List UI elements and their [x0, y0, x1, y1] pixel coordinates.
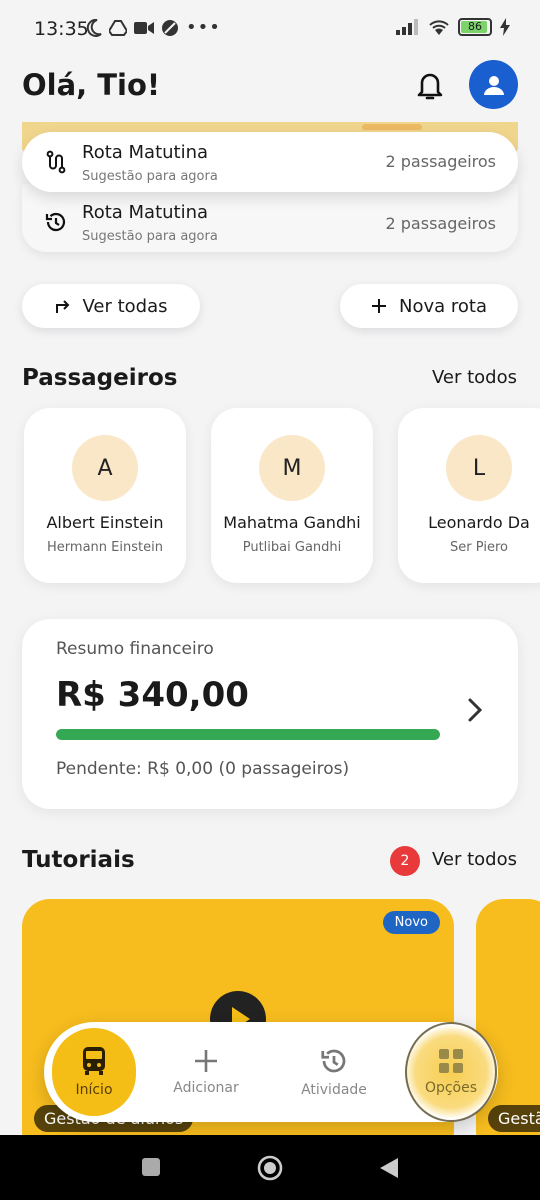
finance-summary-card[interactable]: Resumo financeiro R$ 340,00 Pendente: R$… — [22, 619, 518, 809]
route-title: Rota Matutina — [82, 142, 209, 163]
charging-icon — [500, 18, 510, 36]
nav-label: Atividade — [301, 1082, 367, 1098]
route-card-secondary[interactable]: Rota Matutina Sugestão para agora 2 pass… — [22, 184, 518, 252]
history-icon — [45, 212, 66, 232]
home-icon[interactable] — [257, 1155, 283, 1181]
passenger-guardian: Putlibai Gandhi — [242, 540, 342, 555]
see-all-routes-button[interactable]: Ver todas — [22, 284, 200, 328]
route-title: Rota Matutina — [82, 202, 209, 223]
tutorials-see-all-link[interactable]: Ver todos — [432, 849, 517, 870]
route-passenger-count: 2 passageiros — [385, 152, 497, 171]
nav-item-adicionar[interactable]: Adicionar — [162, 1022, 250, 1122]
passenger-avatar: A — [72, 435, 138, 501]
route-icon — [46, 150, 66, 174]
wifi-icon — [429, 20, 449, 35]
passenger-guardian: Ser Piero — [450, 540, 508, 555]
chevron-right-icon[interactable] — [466, 697, 484, 723]
plus-icon — [372, 299, 386, 313]
nav-item-opcoes[interactable]: Opções — [405, 1022, 497, 1122]
status-time: 13:35 — [34, 18, 89, 40]
route-subtitle: Sugestão para agora — [82, 229, 218, 244]
bottom-navigation: Início Adicionar Atividade Opções — [44, 1022, 498, 1122]
status-right-icons: 86 — [396, 18, 510, 36]
route-passenger-count: 2 passageiros — [385, 214, 497, 233]
passenger-guardian: Hermann Einstein — [47, 540, 163, 555]
moon-icon — [86, 18, 102, 37]
route-subtitle: Sugestão para agora — [82, 169, 218, 184]
plus-icon — [195, 1050, 217, 1072]
system-navigation-bar — [0, 1135, 540, 1200]
finance-progress-fill — [56, 729, 440, 740]
user-icon — [483, 75, 504, 95]
passenger-card[interactable]: M Mahatma Gandhi Putlibai Gandhi — [211, 408, 373, 583]
app-header: Olá, Tio! — [22, 60, 518, 112]
new-route-label: Nova rota — [399, 295, 487, 317]
blocked-icon — [162, 19, 178, 36]
passenger-name: Mahatma Gandhi — [223, 513, 361, 532]
passenger-name: Albert Einstein — [46, 513, 164, 532]
greeting-title: Olá, Tio! — [22, 68, 161, 102]
drive-icon — [109, 19, 127, 36]
nav-item-atividade[interactable]: Atividade — [290, 1022, 378, 1122]
grid-icon — [439, 1049, 463, 1073]
back-icon[interactable] — [378, 1156, 400, 1180]
finance-title: Resumo financeiro — [56, 639, 214, 659]
route-card-primary[interactable]: Rota Matutina Sugestão para agora 2 pass… — [22, 132, 518, 192]
passenger-card[interactable]: A Albert Einstein Hermann Einstein — [24, 408, 186, 583]
see-all-routes-label: Ver todas — [82, 295, 168, 317]
tutorials-count-badge: 2 — [390, 846, 420, 876]
new-route-button[interactable]: Nova rota — [340, 284, 518, 328]
status-left-icons: ••• — [86, 17, 221, 38]
passenger-avatar: L — [446, 435, 512, 501]
nav-label: Opções — [424, 1080, 478, 1096]
tutorials-section-title: Tutoriais — [22, 847, 135, 873]
signal-icon — [396, 19, 418, 35]
passenger-card[interactable]: L Leonardo Da Ser Piero — [398, 408, 540, 583]
bell-icon[interactable] — [414, 68, 446, 102]
turn-right-icon — [56, 300, 70, 313]
history-icon — [321, 1049, 346, 1073]
finance-progress-bar — [56, 729, 440, 740]
passenger-name: Leonardo Da — [428, 513, 530, 532]
passengers-section-title: Passageiros — [22, 365, 178, 391]
passengers-see-all-link[interactable]: Ver todos — [432, 367, 517, 388]
nav-item-inicio[interactable]: Início — [52, 1028, 136, 1116]
nav-label: Início — [75, 1082, 113, 1098]
finance-pending-text: Pendente: R$ 0,00 (0 passageiros) — [56, 759, 350, 779]
passenger-avatar: M — [259, 435, 325, 501]
finance-amount: R$ 340,00 — [56, 675, 249, 715]
status-bar: 13:35 ••• 86 — [0, 0, 540, 60]
profile-avatar-button[interactable] — [469, 60, 518, 109]
recent-apps-icon[interactable] — [141, 1157, 161, 1177]
battery-indicator: 86 — [458, 18, 492, 36]
video-icon — [134, 21, 154, 34]
more-dots-icon: ••• — [186, 17, 221, 38]
nav-label: Adicionar — [173, 1080, 239, 1096]
new-badge: Novo — [382, 911, 440, 934]
bus-icon — [83, 1047, 105, 1075]
